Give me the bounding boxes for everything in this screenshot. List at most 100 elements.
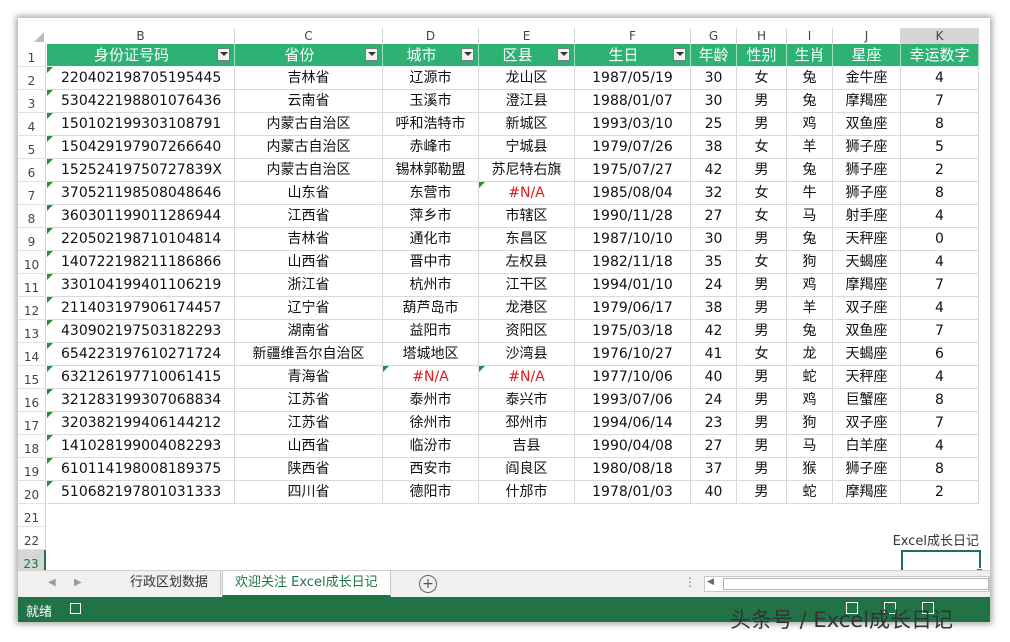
table-cell[interactable]: 男	[737, 389, 787, 412]
table-cell[interactable]: 32	[691, 182, 737, 205]
table-cell[interactable]: 1976/10/27	[575, 343, 691, 366]
table-cell[interactable]: 5	[901, 136, 979, 159]
row-number[interactable]: 17	[18, 412, 46, 435]
tab-splitter-icon[interactable]: ⋮	[684, 575, 696, 589]
table-cell[interactable]: 邳州市	[479, 412, 575, 435]
row-number[interactable]: 2	[18, 67, 46, 90]
table-cell[interactable]: 天蝎座	[833, 251, 901, 274]
table-cell[interactable]: 1993/07/06	[575, 389, 691, 412]
column-header-h[interactable]: H	[737, 28, 787, 44]
table-cell[interactable]: 羊	[787, 136, 833, 159]
table-cell[interactable]: 江西省	[235, 205, 383, 228]
table-cell[interactable]: 左权县	[479, 251, 575, 274]
table-cell[interactable]: 马	[787, 435, 833, 458]
table-cell[interactable]: 220502198710104814	[47, 228, 235, 251]
table-cell[interactable]: 1994/01/10	[575, 274, 691, 297]
table-cell[interactable]: 4	[901, 67, 979, 90]
row-number[interactable]: 4	[18, 113, 46, 136]
table-cell[interactable]: 37	[691, 458, 737, 481]
table-cell[interactable]: 8	[901, 113, 979, 136]
table-cell[interactable]: #N/A	[479, 366, 575, 389]
table-cell[interactable]: 猴	[787, 458, 833, 481]
table-cell[interactable]: 新疆维吾尔自治区	[235, 343, 383, 366]
column-header-c[interactable]: C	[235, 28, 383, 44]
table-cell[interactable]: 益阳市	[383, 320, 479, 343]
table-cell[interactable]: 25	[691, 113, 737, 136]
column-header-b[interactable]: B	[47, 28, 235, 44]
table-cell[interactable]: 市辖区	[479, 205, 575, 228]
table-cell[interactable]: 男	[737, 297, 787, 320]
row-number[interactable]: 19	[18, 458, 46, 481]
table-cell[interactable]: 资阳区	[479, 320, 575, 343]
table-cell[interactable]: 狮子座	[833, 136, 901, 159]
row-number[interactable]: 10	[18, 251, 46, 274]
row-number[interactable]: 7	[18, 182, 46, 205]
table-cell[interactable]: 浙江省	[235, 274, 383, 297]
table-cell[interactable]: 27	[691, 435, 737, 458]
table-cell[interactable]: 摩羯座	[833, 274, 901, 297]
table-cell[interactable]: 1993/03/10	[575, 113, 691, 136]
table-cell[interactable]: 1987/05/19	[575, 67, 691, 90]
table-cell[interactable]: 321283199307068834	[47, 389, 235, 412]
column-header-e[interactable]: E	[479, 28, 575, 44]
table-cell[interactable]: 江干区	[479, 274, 575, 297]
table-cell[interactable]: 天秤座	[833, 228, 901, 251]
table-cell[interactable]: 女	[737, 136, 787, 159]
row-number[interactable]: 16	[18, 389, 46, 412]
table-cell[interactable]: 2	[901, 159, 979, 182]
table-cell[interactable]: 男	[737, 412, 787, 435]
table-cell[interactable]: 内蒙古自治区	[235, 159, 383, 182]
row-number[interactable]: 12	[18, 297, 46, 320]
table-cell[interactable]: 锡林郭勒盟	[383, 159, 479, 182]
table-cell[interactable]: 610114198008189375	[47, 458, 235, 481]
table-cell[interactable]: 牛	[787, 182, 833, 205]
table-cell[interactable]: 8	[901, 458, 979, 481]
table-cell[interactable]: 1982/11/18	[575, 251, 691, 274]
table-cell[interactable]: 40	[691, 481, 737, 504]
filter-dropdown-icon[interactable]	[461, 48, 474, 61]
table-cell[interactable]: 西安市	[383, 458, 479, 481]
table-cell[interactable]: 东昌区	[479, 228, 575, 251]
scroll-tabs-left-icon[interactable]: ◀	[48, 577, 56, 588]
table-cell[interactable]: 男	[737, 458, 787, 481]
filter-dropdown-icon[interactable]	[557, 48, 570, 61]
table-cell[interactable]: 江苏省	[235, 412, 383, 435]
table-cell[interactable]: 男	[737, 366, 787, 389]
add-sheet-icon[interactable]: +	[419, 575, 437, 593]
table-cell[interactable]: 云南省	[235, 90, 383, 113]
table-cell[interactable]: 140722198211186866	[47, 251, 235, 274]
table-cell[interactable]: 女	[737, 182, 787, 205]
row-number[interactable]: 11	[18, 274, 46, 297]
row-number[interactable]: 21	[18, 504, 46, 527]
table-cell[interactable]: 27	[691, 205, 737, 228]
table-cell[interactable]: 双子座	[833, 412, 901, 435]
table-cell[interactable]: 30	[691, 90, 737, 113]
note-cell-text[interactable]: Excel成长日记	[893, 530, 979, 549]
table-cell[interactable]: 吉林省	[235, 67, 383, 90]
table-cell[interactable]: 鸡	[787, 113, 833, 136]
table-cell[interactable]: 双鱼座	[833, 320, 901, 343]
table-cell[interactable]: 4	[901, 435, 979, 458]
table-cell[interactable]: 兔	[787, 67, 833, 90]
table-cell[interactable]: 24	[691, 274, 737, 297]
filter-dropdown-icon[interactable]	[217, 48, 230, 61]
column-header-d[interactable]: D	[383, 28, 479, 44]
table-cell[interactable]: 7	[901, 274, 979, 297]
table-cell[interactable]: 1975/03/18	[575, 320, 691, 343]
table-cell[interactable]: 新城区	[479, 113, 575, 136]
table-cell[interactable]: 天秤座	[833, 366, 901, 389]
row-number[interactable]: 5	[18, 136, 46, 159]
table-cell[interactable]: 澄江县	[479, 90, 575, 113]
table-cell[interactable]: 150429197907266640	[47, 136, 235, 159]
row-number[interactable]: 18	[18, 435, 46, 458]
table-cell[interactable]: 15252419750727839X	[47, 159, 235, 182]
table-cell[interactable]: 狗	[787, 412, 833, 435]
table-cell[interactable]: 30	[691, 228, 737, 251]
table-cell[interactable]: 德阳市	[383, 481, 479, 504]
table-cell[interactable]: 塔城地区	[383, 343, 479, 366]
table-cell[interactable]: 654223197610271724	[47, 343, 235, 366]
row-number[interactable]: 15	[18, 366, 46, 389]
table-cell[interactable]: 女	[737, 205, 787, 228]
table-cell[interactable]: 4	[901, 205, 979, 228]
table-cell[interactable]: 山西省	[235, 435, 383, 458]
